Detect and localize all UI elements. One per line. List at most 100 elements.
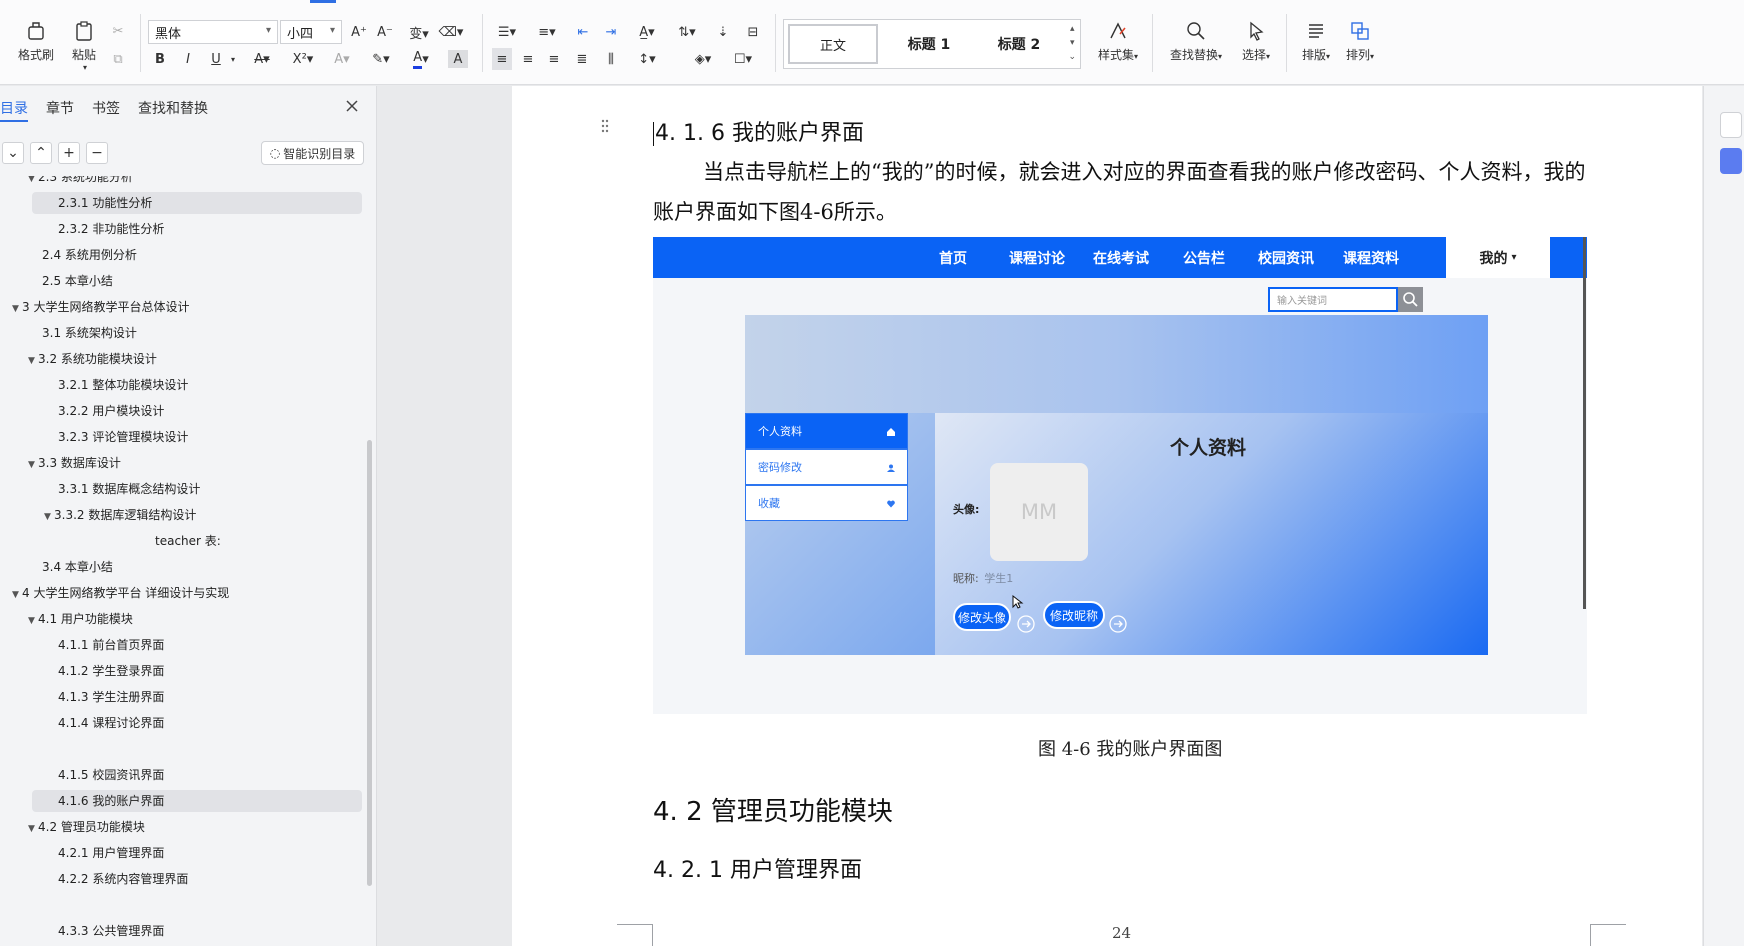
expand-triangle-icon[interactable]: ▼	[12, 298, 22, 320]
style-heading-1[interactable]: 标题 1	[884, 24, 974, 64]
style-normal[interactable]: 正文	[788, 24, 878, 64]
style-set-button[interactable]: 样式集▾	[1090, 14, 1146, 63]
toc-item[interactable]: ▼ 3.2 系统功能模块设计	[28, 348, 157, 370]
figure-screenshot[interactable]: 首页 课程讨论 在线考试 公告栏 校园资讯 课程资料 我的 ▾ 输入关键词 个人资…	[653, 237, 1587, 714]
increase-indent-icon[interactable]: ⇥	[600, 21, 622, 43]
toc-item[interactable]: 3.2.1 整体功能模块设计	[44, 374, 188, 396]
align-right-icon[interactable]: ≡	[544, 48, 564, 70]
text-direction-icon[interactable]: A̲▾	[632, 21, 662, 43]
cut-icon[interactable]: ✂	[108, 20, 128, 42]
toc-item[interactable]: 4.1.5 校园资讯界面	[44, 764, 164, 786]
clear-format-icon[interactable]: ⌫▾	[436, 21, 466, 43]
toc-item[interactable]: 3.4 本章小结	[28, 556, 113, 578]
format-painter-button[interactable]: 格式刷	[14, 14, 58, 63]
justify-icon[interactable]: ≣	[572, 48, 592, 70]
border-icon[interactable]: ☐▾	[728, 48, 758, 70]
tab-find-replace[interactable]: 查找和替换	[138, 98, 208, 122]
document-tools-icon[interactable]	[1720, 148, 1742, 174]
bullets-icon[interactable]: ☰▾	[492, 21, 522, 43]
toc-item[interactable]: 3.3.1 数据库概念结构设计	[44, 478, 200, 500]
line-spacing-icon[interactable]: ↕▾	[632, 48, 662, 70]
sort-az-icon[interactable]: ⇣	[712, 21, 734, 43]
find-replace-button[interactable]: 查找替换▾	[1164, 14, 1228, 63]
toc-item[interactable]: ▼ 2.3 系统功能分析	[28, 176, 133, 188]
toc-item[interactable]: 4.1.1 前台首页界面	[44, 634, 164, 656]
superscript-icon[interactable]: X²▾	[288, 48, 318, 70]
chevron-down-icon[interactable]: ▾	[228, 48, 238, 70]
section-heading[interactable]: 4. 1. 6 我的账户界面	[653, 115, 864, 147]
style-scroll-icon[interactable]: ▴ ▾ ⌄	[1068, 22, 1076, 64]
toc-item[interactable]: ▼ 3 大学生网络教学平台总体设计	[12, 296, 189, 318]
toc-item[interactable]: 3.1 系统架构设计	[28, 322, 137, 344]
toc-item[interactable]: ▼ 3.3 数据库设计	[28, 452, 121, 474]
phonetic-guide-icon[interactable]: 变▾	[404, 21, 434, 43]
font-name-select[interactable]: 黑体 ▾	[148, 20, 278, 44]
collapse-dropdown-button[interactable]: ⌄	[2, 142, 24, 164]
style-heading-2[interactable]: 标题 2	[974, 24, 1064, 64]
toc-item[interactable]: ▼ 4.1 用户功能模块	[28, 608, 133, 630]
expand-triangle-icon[interactable]: ▼	[44, 506, 54, 528]
tab-chapters[interactable]: 章节	[46, 98, 74, 122]
toc-item[interactable]: 3.2.2 用户模块设计	[44, 400, 164, 422]
toc-item[interactable]: 4.1.4 课程讨论界面	[44, 712, 164, 734]
body-paragraph[interactable]: 当点击导航栏上的“我的”的时候，就会进入对应的界面查看我的账户修改密码、个人资料…	[653, 152, 1588, 232]
toc-item[interactable]: teacher 表:	[155, 530, 221, 552]
toc-item[interactable]: 2.5 本章小结	[28, 270, 113, 292]
drag-handle-icon[interactable]	[600, 118, 610, 134]
toc-scrollbar[interactable]	[367, 440, 372, 886]
toc-item[interactable]: 3.2.3 评论管理模块设计	[44, 426, 188, 448]
toc-item[interactable]: 2.3.1 功能性分析	[32, 192, 362, 214]
remove-heading-button[interactable]: −	[86, 142, 108, 164]
toc-item[interactable]: ▼ 3.3.2 数据库逻辑结构设计	[44, 504, 196, 526]
highlight-icon[interactable]: ✎▾	[366, 48, 396, 70]
arrange-button[interactable]: 排列▾	[1340, 14, 1380, 63]
align-center-icon[interactable]: ≡	[518, 48, 538, 70]
toc-item[interactable]: ▼ 4 大学生网络教学平台 详细设计与实现	[12, 582, 229, 604]
toc-item[interactable]: ▼ 4.2 管理员功能模块	[28, 816, 145, 838]
shading-icon[interactable]: ◈▾	[688, 48, 718, 70]
bold-button[interactable]: B	[150, 48, 170, 70]
grow-font-icon[interactable]: A⁺	[348, 21, 370, 43]
font-size-select[interactable]: 小四 ▾	[280, 20, 342, 44]
expand-triangle-icon[interactable]: ▼	[28, 818, 38, 840]
toc-item[interactable]: 4.2.1 用户管理界面	[44, 842, 164, 864]
section-heading-2[interactable]: 4. 2 管理员功能模块	[653, 791, 893, 828]
toc-item[interactable]: 4.2.2 系统内容管理界面	[44, 868, 188, 890]
paste-button[interactable]: 粘贴 ▾	[62, 14, 106, 72]
decrease-indent-icon[interactable]: ⇤	[572, 21, 594, 43]
toc-item[interactable]: 4.1.2 学生登录界面	[44, 660, 164, 682]
expand-triangle-icon[interactable]: ▼	[28, 176, 38, 190]
expand-triangle-icon[interactable]: ▼	[28, 350, 38, 372]
char-shading-icon[interactable]: A	[448, 50, 468, 68]
align-left-icon[interactable]: ≡	[492, 48, 512, 70]
font-color-icon[interactable]: A ▾	[406, 48, 436, 70]
tab-bookmarks[interactable]: 书签	[92, 98, 120, 122]
expand-triangle-icon[interactable]: ▼	[12, 584, 22, 606]
add-heading-button[interactable]: +	[58, 142, 80, 164]
underline-button[interactable]: U	[206, 48, 226, 70]
sort-icon[interactable]: ⇅▾	[672, 21, 702, 43]
toc-item[interactable]: 4.3.3 公共管理界面	[44, 920, 164, 942]
strikethrough-icon[interactable]: A▾	[248, 48, 276, 70]
toc-item[interactable]: 2.3.2 非功能性分析	[44, 218, 164, 240]
collapse-panel-icon[interactable]	[1720, 112, 1742, 138]
toc-item[interactable]	[44, 738, 58, 760]
tab-toc[interactable]: 目录	[0, 98, 28, 122]
shrink-font-icon[interactable]: A⁻	[374, 21, 396, 43]
toc-item[interactable]: 4.1.6 我的账户界面	[32, 790, 362, 812]
toc-item[interactable]: 4.1.3 学生注册界面	[44, 686, 164, 708]
text-effect-icon[interactable]: A▾	[328, 48, 356, 70]
toc-item[interactable]: 2.4 系统用例分析	[28, 244, 137, 266]
expand-triangle-icon[interactable]: ▼	[28, 454, 38, 476]
smart-toc-button[interactable]: ◌ 智能识别目录	[261, 141, 364, 165]
layout-button[interactable]: 排版▾	[1296, 14, 1336, 63]
figure-caption[interactable]: 图 4-6 我的账户界面图	[1038, 735, 1222, 761]
copy-icon[interactable]: ⧉	[108, 48, 128, 70]
numbering-icon[interactable]: ≡▾	[532, 21, 562, 43]
move-up-button[interactable]: ⌃	[30, 142, 52, 164]
close-icon[interactable]	[344, 98, 360, 114]
toc-item[interactable]	[44, 894, 58, 916]
expand-triangle-icon[interactable]: ▼	[28, 610, 38, 632]
italic-button[interactable]: I	[178, 48, 198, 70]
distributed-icon[interactable]: ⫼	[600, 48, 622, 70]
